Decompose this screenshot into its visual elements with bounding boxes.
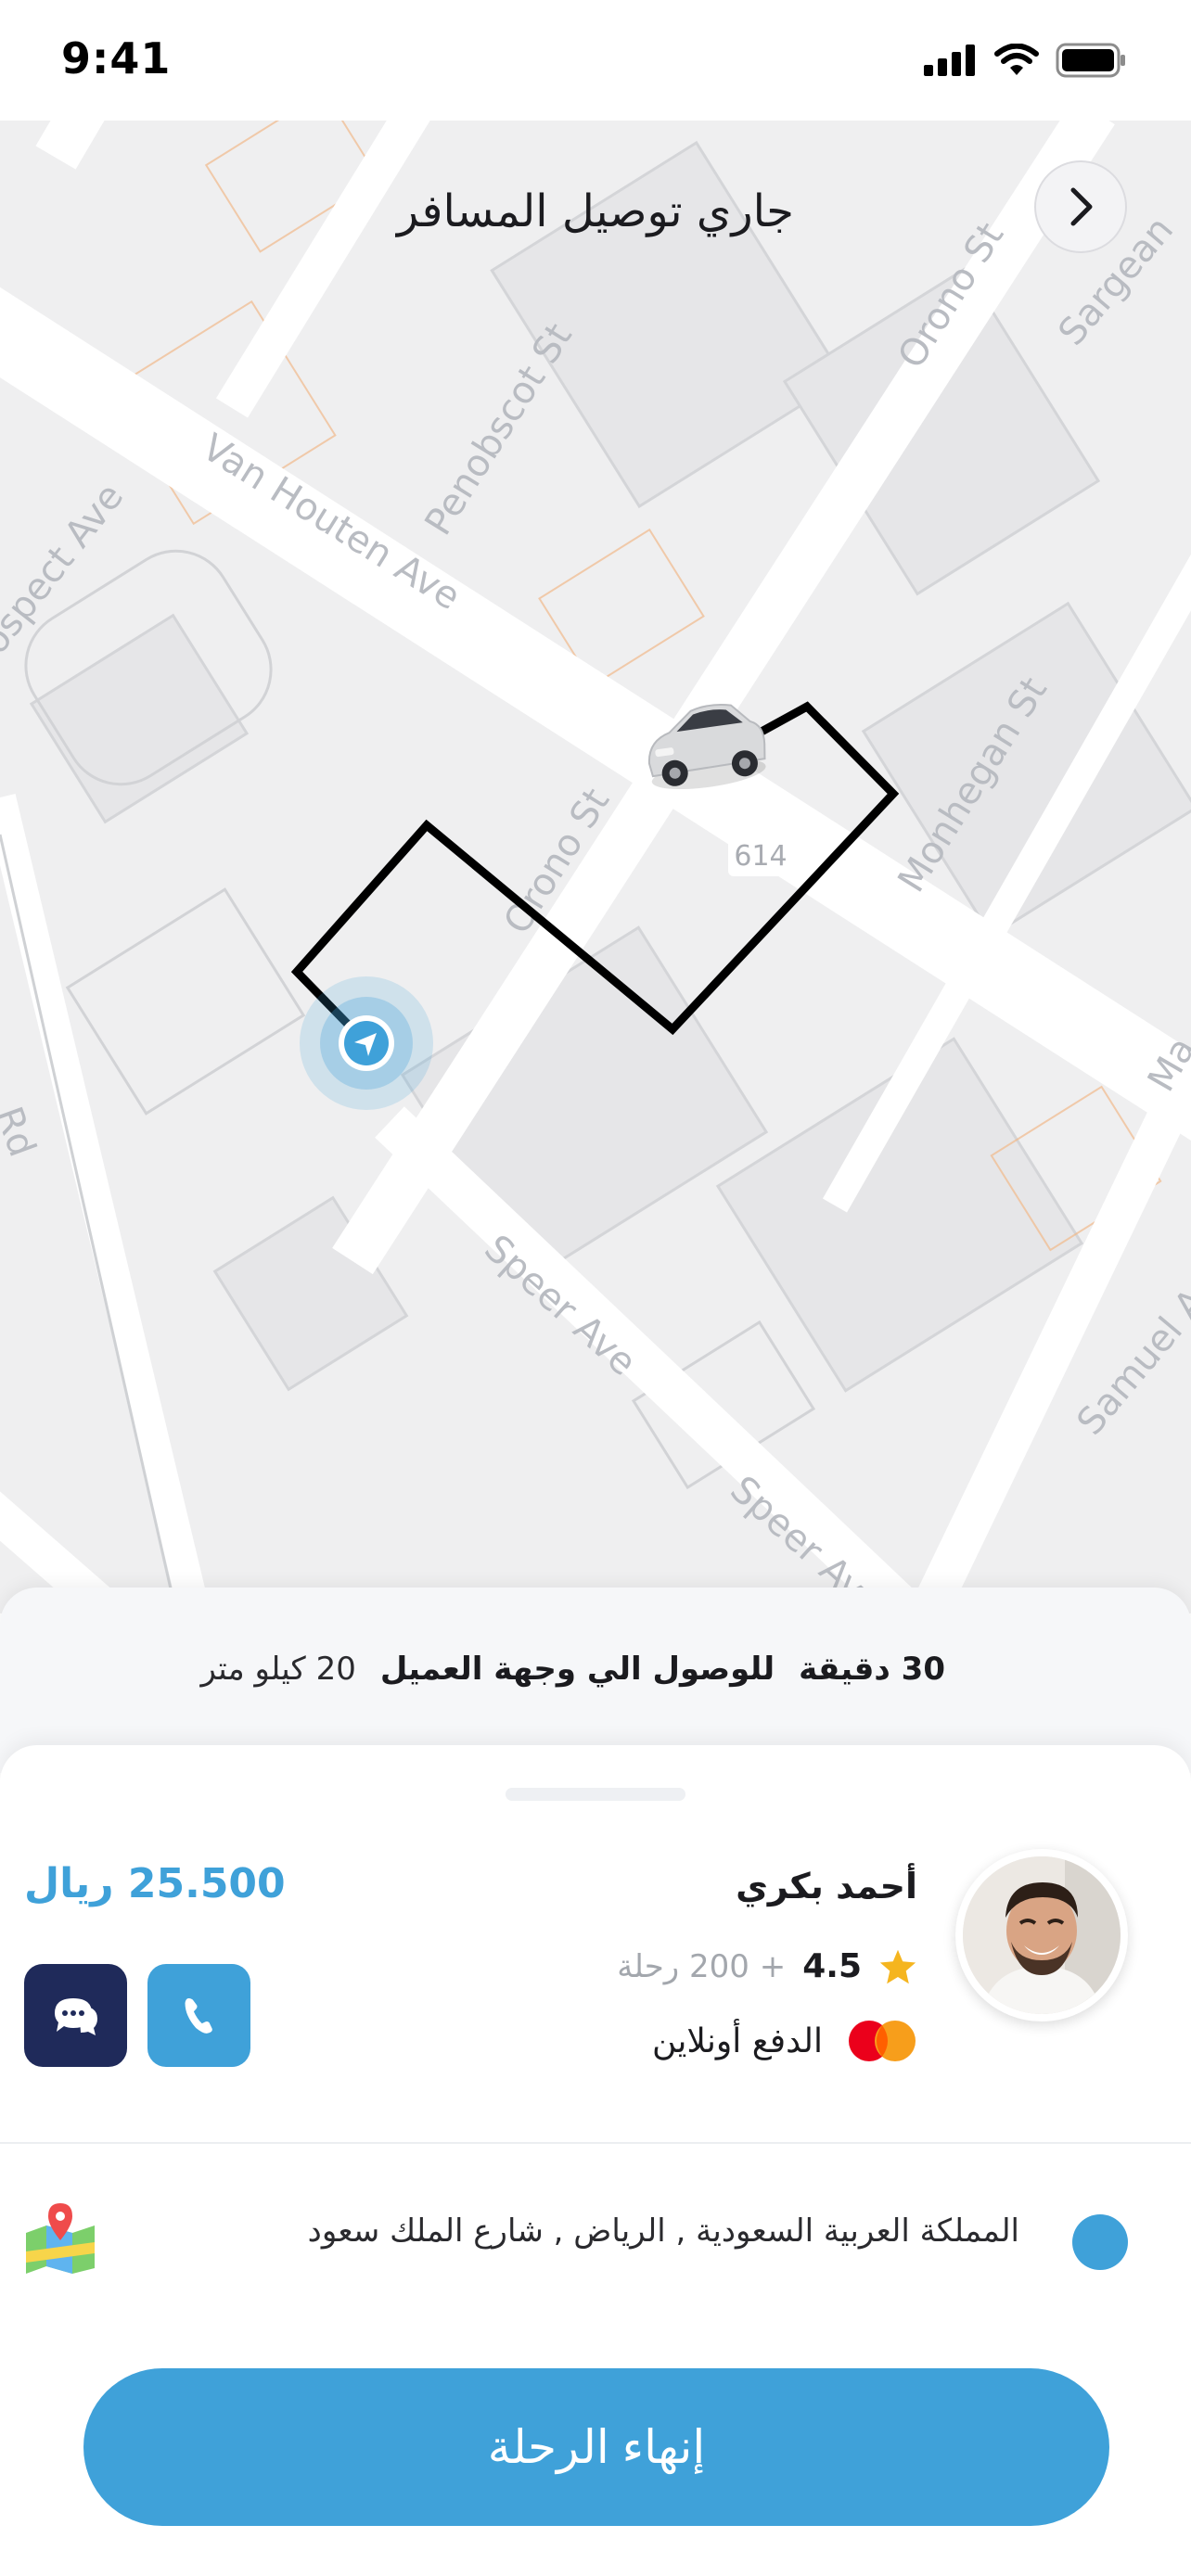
trip-price: 25.500 ريال — [24, 1860, 286, 1907]
wifi-icon — [994, 44, 1039, 75]
rating-row: 4.5 + 200 رحلة — [617, 1947, 917, 1985]
avatar[interactable] — [955, 1849, 1128, 2021]
map-view[interactable]: Van Houten Ave rospect Ave Penobscot St … — [0, 0, 1191, 1613]
chat-icon — [54, 1997, 97, 2035]
status-time: 9:41 — [61, 33, 172, 83]
maps-app-button[interactable] — [22, 2200, 98, 2276]
destination-address: المملكة العربية السعودية , الرياض , شارع… — [307, 2213, 1019, 2250]
chat-button[interactable] — [24, 1964, 127, 2067]
status-icons — [924, 43, 1126, 78]
eta-text: للوصول الي وجهة العميل — [379, 1651, 775, 1688]
maps-icon — [26, 2203, 95, 2274]
map-canvas[interactable]: Van Houten Ave rospect Ave Penobscot St … — [0, 0, 1191, 1613]
street-label-prospect: rospect Ave — [0, 476, 132, 673]
end-trip-button[interactable]: إنهاء الرحلة — [83, 2368, 1109, 2526]
current-location-pin — [300, 976, 433, 1110]
page-title: جاري توصيل المسافر — [397, 185, 794, 237]
phone-icon — [185, 1997, 212, 2034]
payment-row: الدفع أونلاين — [652, 2019, 917, 2063]
end-trip-label: إنهاء الرحلة — [487, 2421, 706, 2473]
status-bar: 9:41 — [0, 0, 1191, 121]
destination-dot-icon — [1072, 2214, 1128, 2270]
call-button[interactable] — [147, 1964, 250, 2067]
street-label-rd: Rd — [0, 1102, 44, 1163]
route-badge: 614 — [728, 830, 793, 876]
cellular-signal-icon — [924, 45, 975, 76]
rating-value: 4.5 — [802, 1947, 862, 1985]
mastercard-icon — [849, 2021, 916, 2061]
payment-method-label: الدفع أونلاين — [652, 2021, 823, 2060]
trips-count: + 200 رحلة — [617, 1947, 787, 1985]
eta-minutes: 30 دقيقة — [799, 1651, 945, 1688]
chevron-right-icon — [1070, 187, 1093, 226]
star-icon — [879, 1949, 916, 1983]
driver-photo — [963, 1856, 1121, 2014]
eta-row: 30 دقيقة للوصول الي وجهة العميل 20 كيلو … — [200, 1651, 945, 1688]
street-label-penobscot: Penobscot St — [416, 316, 580, 542]
route-badge-label: 614 — [734, 840, 787, 873]
divider — [0, 2142, 1191, 2144]
trip-details-sheet: أحمد بكري 4.5 + 200 رحلة الدفع أونلاين 2… — [0, 1745, 1191, 2576]
back-button[interactable] — [1034, 160, 1127, 253]
eta-distance: 20 كيلو متر — [200, 1651, 356, 1688]
sheet-drag-handle[interactable] — [506, 1788, 685, 1801]
battery-icon — [1056, 43, 1125, 78]
driver-name: أحمد بكري — [736, 1866, 917, 1906]
